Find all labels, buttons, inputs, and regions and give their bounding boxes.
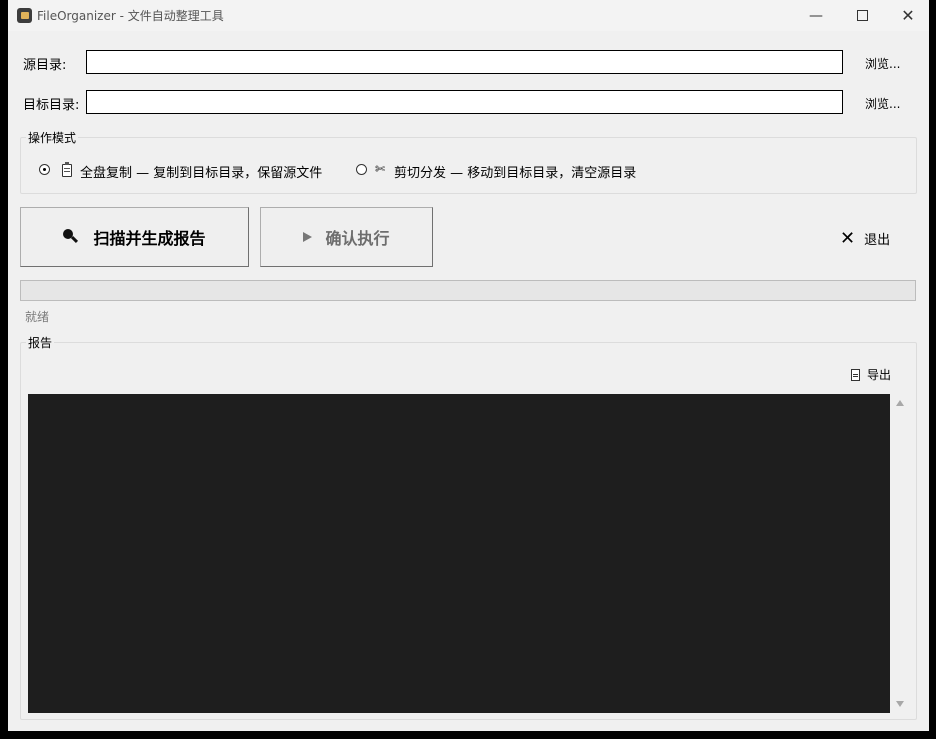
app-window: FileOrganizer - 文件自动整理工具 — ✕ 源目录: 浏览... …	[8, 0, 929, 731]
export-button[interactable]: 导出	[851, 366, 891, 383]
copy-mode-radio[interactable]	[39, 164, 50, 175]
close-icon: ✕	[901, 6, 915, 25]
maximize-icon	[856, 10, 868, 21]
confirm-execute-button[interactable]: 确认执行	[260, 207, 433, 267]
scroll-up-arrow-icon[interactable]	[896, 400, 904, 406]
clipboard-icon	[62, 162, 72, 177]
source-browse-button[interactable]: 浏览...	[865, 55, 900, 72]
document-icon	[851, 368, 860, 381]
x-icon: ✕	[840, 227, 856, 249]
magnifier-icon	[63, 229, 79, 245]
target-dir-label: 目标目录:	[23, 98, 80, 113]
source-dir-input[interactable]	[86, 50, 843, 74]
scissors-icon: ✄	[375, 162, 386, 176]
exit-button[interactable]: ✕ 退出	[840, 229, 890, 248]
copy-mode-label[interactable]: 全盘复制 — 复制到目标目录，保留源文件	[80, 162, 322, 181]
report-group-title: 报告	[26, 334, 55, 351]
export-label: 导出	[867, 368, 892, 382]
play-icon	[303, 232, 313, 242]
mode-group-title: 操作模式	[26, 129, 79, 146]
maximize-button[interactable]	[839, 0, 885, 31]
scan-report-button[interactable]: 扫描并生成报告	[20, 207, 249, 267]
source-dir-label: 源目录:	[23, 58, 67, 73]
exit-label: 退出	[864, 233, 891, 248]
confirm-execute-label: 确认执行	[325, 229, 390, 248]
scroll-down-arrow-icon[interactable]	[896, 701, 904, 707]
window-frame-left	[0, 0, 8, 739]
cut-mode-label[interactable]: 剪切分发 — 移动到目标目录，清空源目录	[394, 162, 636, 181]
report-scrollbar[interactable]	[891, 394, 909, 713]
window-frame-bottom	[0, 731, 936, 739]
report-text-area[interactable]	[28, 394, 890, 713]
title-bar[interactable]: FileOrganizer - 文件自动整理工具 — ✕	[8, 0, 929, 31]
status-text: 就绪	[25, 310, 50, 324]
minimize-button[interactable]: —	[793, 0, 839, 31]
scan-report-label: 扫描并生成报告	[93, 229, 206, 248]
minimize-icon: —	[809, 7, 823, 24]
window-frame-right	[929, 0, 936, 739]
cut-mode-radio[interactable]	[356, 164, 367, 175]
target-browse-button[interactable]: 浏览...	[865, 95, 900, 112]
app-icon	[17, 8, 32, 23]
progress-bar	[20, 280, 916, 301]
target-dir-input[interactable]	[86, 90, 843, 114]
close-button[interactable]: ✕	[885, 0, 931, 31]
window-title: FileOrganizer - 文件自动整理工具	[37, 9, 224, 23]
